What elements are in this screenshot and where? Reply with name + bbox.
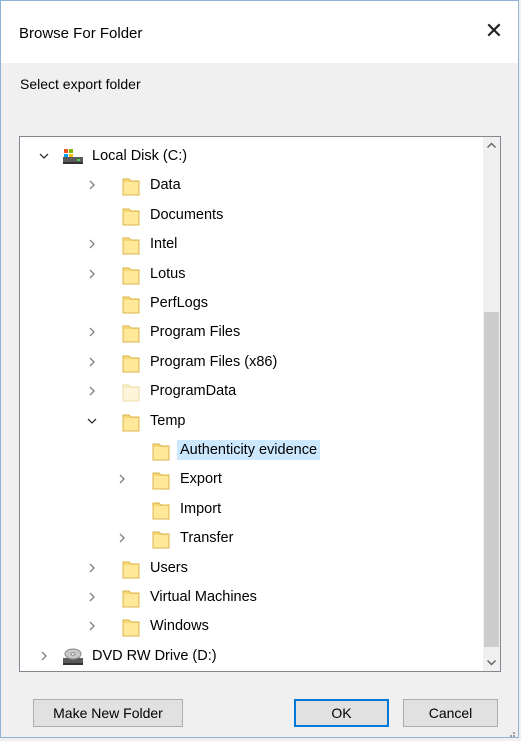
folder-tree-rows: Local Disk (C:) Data Documents Intel Lotus Pe… [20,137,483,671]
folder-icon [122,412,140,432]
folder-icon [122,265,140,285]
tree-item[interactable]: DVD RW Drive (D:) [20,643,483,671]
local-disk-icon [62,147,83,167]
title-bar: Browse For Folder ✕ [1,1,518,63]
tree-item-label: Export [180,471,222,488]
cancel-button[interactable]: Cancel [403,699,498,727]
close-icon[interactable]: ✕ [482,19,506,43]
folder-icon [122,353,140,373]
browse-for-folder-dialog: Browse For Folder ✕ Select export folder… [0,0,519,738]
tree-item-label: Lotus [150,265,186,282]
folder-icon [152,529,170,549]
tree-item-label: Virtual Machines [150,589,257,605]
folder-icon [122,206,140,226]
folder-icon [152,470,170,490]
chevron-down-icon[interactable] [38,150,50,162]
chevron-right-icon[interactable] [116,532,128,544]
chevron-right-icon[interactable] [86,385,98,397]
folder-hidden-icon [122,382,140,402]
tree-item[interactable]: Temp [20,408,483,436]
tree-item[interactable]: ProgramData [20,378,483,406]
tree-item-label: ProgramData [150,383,237,400]
folder-icon [122,559,140,579]
tree-item[interactable]: Local Disk (C:) [20,143,483,171]
chevron-right-icon[interactable] [86,356,98,368]
chevron-right-icon[interactable] [86,238,98,250]
folder-icon [152,441,170,461]
tree-item[interactable]: Transfer [20,525,483,553]
ok-button[interactable]: OK [294,699,389,727]
tree-item-label: Documents [150,206,224,223]
instruction-text: Select export folder [20,76,141,92]
folder-tree[interactable]: Local Disk (C:) Data Documents Intel Lotus Pe… [19,136,501,672]
folder-icon [122,588,140,608]
tree-item-label: Local Disk (C:) [92,148,188,164]
dialog-title: Browse For Folder [19,25,143,42]
folder-icon [122,235,140,255]
tree-item-label: Transfer [180,530,234,547]
tree-item-label: Temp [150,412,186,429]
tree-item[interactable]: Intel [20,231,483,259]
resize-grip-icon[interactable] [506,725,516,737]
folder-icon [122,176,140,196]
tree-item-label: Windows [150,618,209,635]
chevron-right-icon[interactable] [116,473,128,485]
tree-item-label: Authenticity evidence [176,440,321,460]
chevron-right-icon[interactable] [38,650,50,662]
tree-item-label: Data [150,177,181,194]
vertical-scrollbar[interactable] [483,137,500,671]
tree-item[interactable]: Users [20,555,483,583]
chevron-right-icon[interactable] [86,620,98,632]
tree-item[interactable]: Authenticity evidence [20,437,483,465]
scrollbar-thumb[interactable] [484,312,499,647]
folder-icon [122,294,140,314]
tree-item-label: Intel [150,236,178,253]
tree-item[interactable]: Program Files (x86) [20,349,483,377]
make-new-folder-button[interactable]: Make New Folder [33,699,183,727]
tree-item-label: Import [180,500,222,517]
chevron-right-icon[interactable] [86,268,98,280]
tree-item-label: Program Files (x86) [150,353,278,370]
folder-icon [152,500,170,520]
folder-icon [122,323,140,343]
tree-item[interactable]: Documents [20,202,483,230]
dvd-drive-icon [62,647,83,667]
tree-item[interactable]: PerfLogs [20,290,483,318]
tree-item[interactable]: Import [20,496,483,524]
tree-item[interactable]: Data [20,172,483,200]
tree-item[interactable]: Windows [20,613,483,641]
tree-item[interactable]: Export [20,466,483,494]
chevron-right-icon[interactable] [86,562,98,574]
scroll-down-arrow-icon[interactable] [483,654,500,671]
chevron-right-icon[interactable] [86,591,98,603]
chevron-down-icon[interactable] [86,415,98,427]
tree-item[interactable]: Lotus [20,261,483,289]
tree-item[interactable]: Program Files [20,319,483,347]
chevron-right-icon[interactable] [86,326,98,338]
scroll-up-arrow-icon[interactable] [483,137,500,154]
tree-item-label: DVD RW Drive (D:) [92,647,217,664]
chevron-right-icon[interactable] [86,179,98,191]
folder-icon [122,617,140,637]
tree-item-label: Users [150,559,188,576]
tree-item-label: Program Files [150,324,241,341]
tree-item[interactable]: Virtual Machines [20,584,483,612]
tree-item-label: PerfLogs [150,295,209,311]
